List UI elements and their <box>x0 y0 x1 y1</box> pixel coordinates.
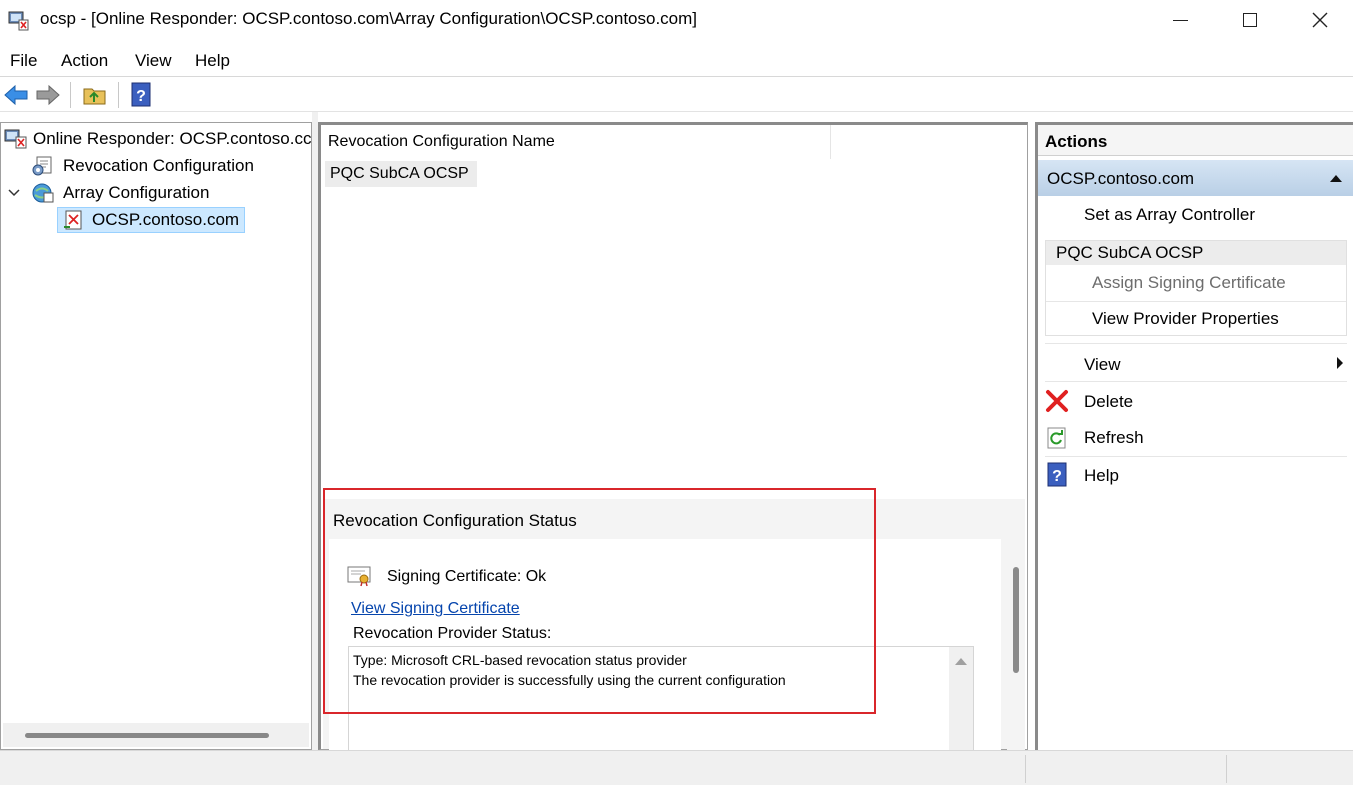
view-signing-certificate-link[interactable]: View Signing Certificate <box>351 600 520 618</box>
status-heading: Revocation Configuration Status <box>333 511 577 530</box>
revocation-status-panel: Revocation Configuration Status Signing … <box>323 499 1025 756</box>
divider <box>1046 301 1346 302</box>
refresh-icon <box>1047 427 1066 449</box>
maximize-icon <box>1243 13 1257 27</box>
help-book-icon: ? <box>131 82 151 107</box>
menu-view[interactable]: View <box>135 51 172 71</box>
action-help[interactable]: Help <box>1084 466 1119 486</box>
svg-text:?: ? <box>1052 468 1062 485</box>
divider <box>1045 343 1347 344</box>
action-view[interactable]: View <box>1084 355 1121 375</box>
action-view-provider-properties[interactable]: View Provider Properties <box>1092 309 1279 329</box>
tree-item-root[interactable]: Online Responder: OCSP.contoso.cc <box>4 126 311 152</box>
textbox-vertical-scrollbar[interactable] <box>949 647 973 755</box>
certificate-icon <box>347 565 373 592</box>
svg-text:?: ? <box>136 88 146 105</box>
provider-status-line1: Type: Microsoft CRL-based revocation sta… <box>353 652 687 668</box>
tree-item-ocsp-server[interactable]: OCSP.contoso.com <box>57 207 246 233</box>
tree-item-revocation-configuration[interactable]: Revocation Configuration <box>31 153 254 179</box>
details-pane: Revocation Configuration Name PQC SubCA … <box>318 122 1028 756</box>
folder-up-icon <box>83 88 106 105</box>
list-item-label: PQC SubCA OCSP <box>330 165 469 182</box>
actions-subsection-pqc-header[interactable]: PQC SubCA OCSP <box>1046 241 1346 265</box>
delete-icon <box>1046 390 1068 412</box>
column-header-label: Revocation Configuration Name <box>328 133 555 150</box>
app-icon <box>8 10 30 32</box>
forward-arrow-icon <box>36 84 60 106</box>
toolbar: ? <box>0 78 1353 112</box>
status-vertical-scrollbar[interactable] <box>1007 539 1025 751</box>
minimize-button[interactable] <box>1144 0 1216 40</box>
title-bar: ocsp - [Online Responder: OCSP.contoso.c… <box>0 0 1353 42</box>
close-button[interactable] <box>1284 0 1353 40</box>
column-header[interactable]: Revocation Configuration Name <box>321 125 831 159</box>
provider-status-label: Revocation Provider Status: <box>353 625 552 642</box>
actions-header: Actions <box>1038 125 1353 156</box>
revocation-config-icon <box>32 156 52 176</box>
close-icon <box>1312 12 1328 28</box>
action-refresh[interactable]: Refresh <box>1084 428 1144 448</box>
toolbar-separator <box>70 82 71 108</box>
status-bar-divider <box>1025 755 1026 783</box>
tree-revocation-label: Revocation Configuration <box>63 156 254 175</box>
chevron-down-icon[interactable] <box>7 186 21 200</box>
action-set-array-controller[interactable]: Set as Array Controller <box>1084 205 1255 225</box>
tree-root-label: Online Responder: OCSP.contoso.cc <box>33 129 312 148</box>
actions-subsection-pqc-label: PQC SubCA OCSP <box>1056 243 1204 262</box>
signing-certificate-status: Signing Certificate: Ok <box>387 568 547 585</box>
status-bar-divider <box>1226 755 1227 783</box>
help-button[interactable]: ? <box>130 82 152 108</box>
actions-title: Actions <box>1045 132 1108 151</box>
submenu-arrow-icon <box>1337 357 1343 369</box>
action-delete[interactable]: Delete <box>1084 392 1133 412</box>
tree-item-array-configuration[interactable]: Array Configuration <box>7 180 209 206</box>
provider-status-line2: The revocation provider is successfully … <box>353 672 786 688</box>
status-content: Signing Certificate: Ok View Signing Cer… <box>329 539 1001 756</box>
provider-status-textbox[interactable]: Type: Microsoft CRL-based revocation sta… <box>348 646 974 756</box>
online-responder-icon <box>4 129 27 149</box>
up-folder-button[interactable] <box>82 83 108 107</box>
action-assign-signing-certificate: Assign Signing Certificate <box>1092 273 1286 292</box>
window-title: ocsp - [Online Responder: OCSP.contoso.c… <box>40 9 698 28</box>
console-tree: Online Responder: OCSP.contoso.cc Revoca… <box>0 122 312 750</box>
tree-selected-label: OCSP.contoso.com <box>92 210 240 229</box>
tree-horizontal-scrollbar[interactable] <box>3 723 309 747</box>
help-book-icon: ? <box>1047 462 1067 487</box>
ocsp-server-icon <box>64 210 82 230</box>
actions-section-ocsp-label: OCSP.contoso.com <box>1047 169 1195 188</box>
actions-section-ocsp[interactable]: OCSP.contoso.com <box>1038 160 1353 196</box>
scrollbar-thumb[interactable] <box>1013 567 1019 673</box>
back-arrow-icon <box>4 84 28 106</box>
actions-pane: Actions OCSP.contoso.com Set as Array Co… <box>1035 122 1353 750</box>
menu-bar: File Action View Help <box>0 43 1353 77</box>
maximize-button[interactable] <box>1214 0 1286 40</box>
list-item[interactable]: PQC SubCA OCSP <box>325 161 477 187</box>
tree-array-label: Array Configuration <box>63 183 210 202</box>
minimize-icon <box>1172 19 1188 21</box>
collapse-up-icon[interactable] <box>1329 173 1343 183</box>
forward-button[interactable] <box>35 83 61 107</box>
menu-action[interactable]: Action <box>61 51 108 71</box>
toolbar-separator <box>118 82 119 108</box>
array-configuration-icon <box>32 183 54 203</box>
back-button[interactable] <box>3 83 29 107</box>
status-bar <box>0 750 1353 785</box>
menu-file[interactable]: File <box>10 51 37 71</box>
scrollbar-thumb[interactable] <box>25 733 269 738</box>
divider <box>1045 456 1347 457</box>
scroll-up-arrow-icon[interactable] <box>949 652 973 672</box>
menu-help[interactable]: Help <box>195 51 230 71</box>
divider <box>1045 381 1347 382</box>
